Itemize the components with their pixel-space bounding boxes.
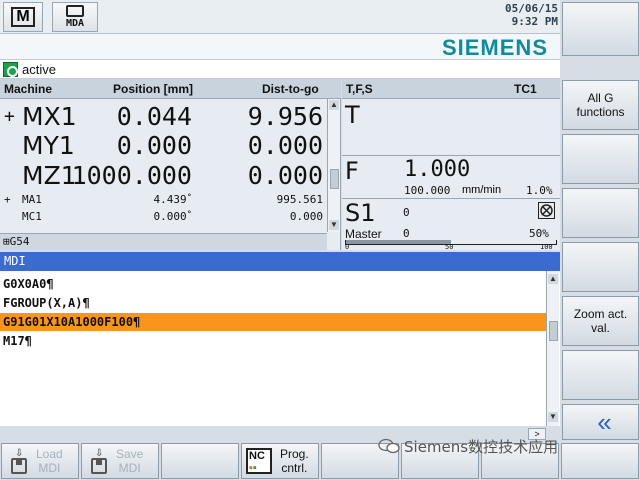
spindle-label: S1 [345,199,376,227]
col-dist-to-go: Dist-to-go [262,82,319,96]
axis-position: 0.000 [116,131,192,160]
save-mdi-label: Save MDI [116,447,144,475]
feed-unit: mm/min [462,184,502,196]
brand-band: SIEMENS [0,34,560,60]
softkey-right-4[interactable] [562,188,639,238]
wechat-icon [378,438,400,454]
axis-name: MA1 [22,193,42,206]
axis-name: MC1 [22,210,42,223]
feed-value: 1.000 [404,157,471,182]
header-bar: M MDA 05/06/15 9:32 PM [0,0,560,34]
work-offset-icon: ⊞ [3,235,10,248]
axis-row-my1[interactable]: MY1 0.000 0.000 [0,129,326,163]
feed-setpoint: 100.000 [404,184,451,197]
axis-direction: + [4,193,11,206]
editor-scrollbar[interactable]: ▲ ▼ [546,271,559,426]
softkey-right-7[interactable] [562,350,639,400]
axis-position: 1000.000 [71,161,192,190]
axis-row-mz1[interactable]: MZ1 1000.000 0.000 [0,159,326,193]
scroll-down-icon[interactable]: ▼ [548,412,558,422]
axis-row-mc1[interactable]: MC1 0.000° 0.000 [0,209,326,225]
softkey-bottom-8[interactable] [561,443,639,479]
machine-pane-header: Machine Position [mm] Dist-to-go [0,79,341,99]
mdi-editor[interactable]: G0X0A0¶ FGROUP(X,A)¶ G91G01X10A1000F100¶… [0,271,560,426]
master-value: 0 [403,227,410,240]
mda-mode-label: MDA [65,18,85,29]
prog-cntrl-label: Prog. cntrl. [280,447,309,475]
load-mdi-label: Load MDI [36,447,63,475]
folder-icon [66,5,84,17]
spindle-stop-icon [538,202,555,219]
master-label: Master [345,227,382,241]
nc-program-control-icon: NC ▪▪ [246,448,272,474]
time: 9:32 PM [511,15,558,28]
status-text: active [22,62,56,77]
softkey-bottom-3[interactable] [161,443,239,479]
scroll-up-icon[interactable]: ▲ [329,100,339,110]
softkey-right-3[interactable] [562,134,639,184]
tfs-title: T,F,S [346,82,373,96]
feed-override: 1.0% [526,184,553,197]
feed-label: F [345,157,359,185]
floppy-load-icon: ⇩ [8,448,30,474]
axis-dist-to-go: 0.000 [247,161,323,190]
channel-active-icon [3,62,18,77]
axis-position: 4.439° [153,193,192,206]
divider [342,155,560,156]
program-line[interactable]: M17¶ [0,332,546,350]
scale-mid: 50 [445,243,454,251]
axis-position: 0.000° [153,210,192,223]
tool-name: TC1 [514,82,537,96]
axis-dist-to-go: 0.000 [247,131,323,160]
spindle-speed: 0 [403,206,410,219]
all-g-functions-button[interactable]: All G functions [562,80,639,130]
axis-name: MZ1 [22,161,77,190]
machine-position-pane: Machine Position [mm] Dist-to-go + MX1 0… [0,79,341,250]
program-line[interactable]: FGROUP(X,A)¶ [0,294,546,312]
watermark-text: Siemens数控技术应用 [404,438,559,456]
axis-name: MY1 [22,131,75,160]
col-position: Position [mm] [113,82,193,96]
work-offset-bar: ⊞G54 [0,233,327,250]
zoom-act-val-button[interactable]: Zoom act. val. [562,296,639,346]
date-time: 05/06/15 9:32 PM [478,2,558,28]
spindle-override: 50% [529,227,549,240]
machine-scrollbar[interactable]: ▲ ▼ [327,99,340,232]
channel-status: active [0,59,560,79]
program-line[interactable]: G0X0A0¶ [0,275,546,293]
axis-dist-to-go: 0.000 [289,210,323,223]
scale-max: 100 [540,243,553,251]
scroll-up-icon[interactable]: ▲ [548,274,558,284]
mda-mode-button[interactable]: MDA [52,2,98,32]
save-mdi-button[interactable]: ⇩ Save MDI [81,443,159,479]
load-mdi-button[interactable]: ⇩ Load MDI [1,443,79,479]
axis-row-ma1[interactable]: + MA1 4.439° 995.561 [0,192,326,208]
double-chevron-left-icon: « [597,407,612,437]
prog-cntrl-button[interactable]: NC ▪▪ Prog. cntrl. [241,443,319,479]
back-button[interactable]: « [562,404,639,440]
softkey-right-5[interactable] [562,242,639,292]
work-offset-value: G54 [9,235,30,248]
tfs-pane: T,F,S TC1 T F 1.000 100.000 mm/min 1.0% … [342,79,560,251]
program-line-selected[interactable]: G91G01X10A1000F100¶ [0,313,546,331]
siemens-logo: SIEMENS [441,35,548,60]
col-machine: Machine [4,82,53,96]
tfs-header: T,F,S TC1 [342,79,560,99]
date: 05/06/15 [505,2,558,15]
mdi-title-bar: MDI [0,252,560,271]
tool-label: T [345,101,360,129]
scale-min: 0 [345,243,350,251]
machine-mode-button[interactable]: M [3,2,43,32]
scroll-thumb[interactable] [549,321,558,341]
softkey-right-1[interactable] [562,2,639,56]
scroll-down-icon[interactable]: ▼ [329,220,339,230]
spindle-override-fill [346,240,451,244]
machine-mode-icon: M [11,7,35,27]
floppy-save-icon: ⇩ [88,448,110,474]
axis-dist-to-go: 995.561 [276,193,323,206]
scroll-thumb[interactable] [330,169,339,189]
